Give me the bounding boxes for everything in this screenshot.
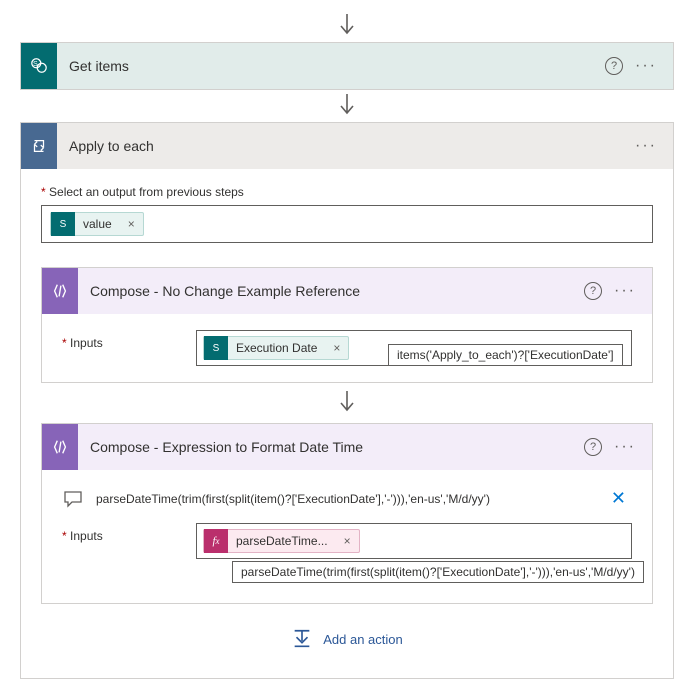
dynamic-token-value[interactable]: S value × bbox=[50, 212, 144, 236]
compose2-header[interactable]: Compose - Expression to Format Date Time… bbox=[42, 424, 652, 470]
sharepoint-icon: S bbox=[51, 212, 75, 236]
step-compose-format-datetime: Compose - Expression to Format Date Time… bbox=[41, 423, 653, 604]
compose1-header[interactable]: Compose - No Change Example Reference ? … bbox=[42, 268, 652, 314]
apply-to-each-header[interactable]: Apply to each ··· bbox=[21, 123, 673, 169]
more-menu-icon[interactable]: ··· bbox=[614, 283, 636, 299]
expression-tooltip: parseDateTime(trim(first(split(item()?['… bbox=[232, 561, 644, 583]
expression-token-parsedatetime[interactable]: fx parseDateTime... × bbox=[203, 529, 360, 553]
more-menu-icon[interactable]: ··· bbox=[614, 439, 636, 455]
help-icon[interactable]: ? bbox=[584, 438, 602, 456]
select-output-label: * Select an output from previous steps bbox=[41, 185, 653, 199]
connector-arrow bbox=[41, 383, 653, 423]
add-action-label: Add an action bbox=[323, 632, 403, 647]
inputs-label: * Inputs bbox=[62, 330, 182, 350]
step-compose-no-change: Compose - No Change Example Reference ? … bbox=[41, 267, 653, 383]
fx-icon: fx bbox=[204, 529, 228, 553]
more-menu-icon[interactable]: ··· bbox=[635, 58, 657, 74]
inputs-label: * Inputs bbox=[62, 523, 182, 543]
sharepoint-icon: S bbox=[204, 336, 228, 360]
comment-icon bbox=[62, 489, 84, 509]
step-get-items[interactable]: S Get items ? ··· bbox=[20, 42, 674, 90]
step-title: Compose - No Change Example Reference bbox=[78, 283, 584, 299]
more-menu-icon[interactable]: ··· bbox=[635, 138, 657, 154]
help-icon[interactable]: ? bbox=[584, 282, 602, 300]
loop-icon bbox=[21, 123, 57, 169]
token-remove-icon[interactable]: × bbox=[120, 217, 143, 231]
add-step-icon bbox=[291, 628, 313, 650]
step-apply-to-each: Apply to each ··· * Select an output fro… bbox=[20, 122, 674, 679]
svg-text:S: S bbox=[33, 59, 38, 68]
sharepoint-icon: S bbox=[21, 43, 57, 89]
help-icon[interactable]: ? bbox=[605, 57, 623, 75]
select-output-field[interactable]: S value × bbox=[41, 205, 653, 243]
connector-arrow bbox=[20, 10, 674, 42]
step-title: Get items bbox=[57, 58, 605, 74]
token-remove-icon[interactable]: × bbox=[325, 341, 348, 355]
data-operations-icon bbox=[42, 424, 78, 470]
expression-tooltip: items('Apply_to_each')?['ExecutionDate'] bbox=[388, 344, 623, 366]
data-operations-icon bbox=[42, 268, 78, 314]
clear-icon[interactable]: ✕ bbox=[605, 488, 632, 509]
dynamic-token-execution-date[interactable]: S Execution Date × bbox=[203, 336, 349, 360]
step-title: Compose - Expression to Format Date Time bbox=[78, 439, 584, 455]
add-action-button[interactable]: Add an action bbox=[41, 604, 653, 658]
compose2-inputs-field[interactable]: fx parseDateTime... × bbox=[196, 523, 632, 559]
step-title: Apply to each bbox=[57, 138, 635, 154]
token-remove-icon[interactable]: × bbox=[336, 534, 359, 548]
connector-arrow bbox=[20, 90, 674, 122]
expression-peek-row: parseDateTime(trim(first(split(item()?['… bbox=[62, 486, 632, 523]
